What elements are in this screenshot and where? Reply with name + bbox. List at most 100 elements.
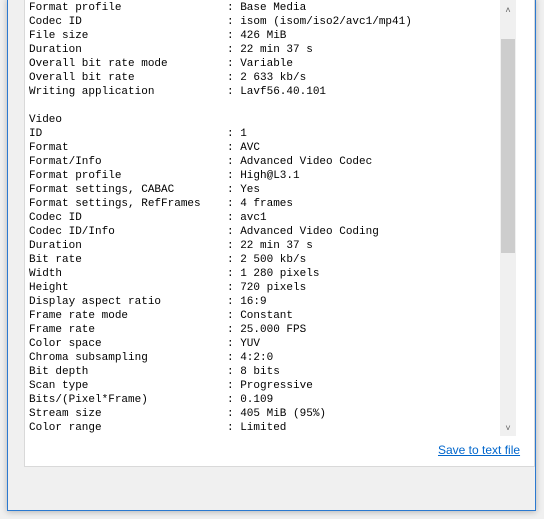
info-value: 16:9 [240, 296, 267, 308]
info-row: Overall bit rate mode: Variable [29, 57, 412, 71]
info-value: Yes [240, 184, 261, 196]
info-row: Writing application: Lavf56.40.101 [29, 85, 412, 99]
info-value: Base Media [240, 2, 307, 14]
separator: : [227, 16, 241, 28]
info-label: Overall bit rate [29, 72, 135, 84]
separator: : [227, 296, 241, 308]
info-row: Bits/(Pixel*Frame): 0.109 [29, 393, 412, 407]
separator: : [227, 44, 241, 56]
info-value: avc1 [240, 212, 267, 224]
info-row: Overall bit rate: 2 633 kb/s [29, 71, 412, 85]
info-value: 22 min 37 s [240, 44, 313, 56]
info-label: Color range [29, 422, 102, 434]
info-label: Width [29, 268, 63, 280]
info-value: High@L3.1 [240, 170, 300, 182]
separator: : [227, 366, 241, 378]
info-value: 720 pixels [240, 282, 307, 294]
info-row: Format/Info: Advanced Video Codec [29, 155, 412, 169]
info-row: Format profile: Base Media [29, 1, 412, 15]
info-row: Height: 720 pixels [29, 281, 412, 295]
scrollbar-thumb[interactable] [501, 39, 515, 253]
info-row: Format settings, RefFrames: 4 frames [29, 197, 412, 211]
info-row: Stream size: 405 MiB (95%) [29, 407, 412, 421]
info-row: Width: 1 280 pixels [29, 267, 412, 281]
info-value: AVC [240, 142, 261, 154]
info-label: Display aspect ratio [29, 296, 162, 308]
chevron-down-icon[interactable]: ˅ [500, 420, 516, 436]
info-row: Codec ID: isom (isom/iso2/avc1/mp41) [29, 15, 412, 29]
info-label: Bit rate [29, 254, 82, 266]
separator: : [227, 212, 241, 224]
info-value: YUV [240, 338, 261, 350]
info-label: Codec ID/Info [29, 226, 115, 238]
info-row: Display aspect ratio: 16:9 [29, 295, 412, 309]
info-value: Lavf56.40.101 [240, 86, 327, 98]
separator: : [227, 58, 241, 70]
info-value: 426 MiB [240, 30, 287, 42]
separator: : [227, 324, 241, 336]
info-label: Format/Info [29, 156, 102, 168]
info-value: Variable [240, 58, 294, 70]
info-label: Format [29, 142, 69, 154]
info-row: Chroma subsampling: 4:2:0 [29, 351, 412, 365]
section-heading-video: Video [29, 114, 63, 126]
info-label: Chroma subsampling [29, 352, 148, 364]
info-label: Writing application [29, 86, 155, 98]
info-value: Advanced Video Codec [240, 156, 373, 168]
info-row: ID: 1 [29, 127, 412, 141]
separator: : [227, 170, 241, 182]
info-label: Scan type [29, 380, 89, 392]
info-row: Bit rate: 2 500 kb/s [29, 253, 412, 267]
info-label: Format settings, CABAC [29, 184, 175, 196]
separator: : [227, 184, 241, 196]
separator: : [227, 282, 241, 294]
separator: : [227, 2, 241, 14]
info-row: Frame rate mode: Constant [29, 309, 412, 323]
info-label: Height [29, 282, 69, 294]
info-row: Codec ID/Info: Advanced Video Coding [29, 225, 412, 239]
info-value: 1 [240, 128, 247, 140]
info-label: Bits/(Pixel*Frame) [29, 394, 148, 406]
info-row: Duration: 22 min 37 s [29, 239, 412, 253]
info-label: Duration [29, 44, 82, 56]
info-value: Constant [240, 310, 294, 322]
separator: : [227, 198, 241, 210]
separator: : [227, 254, 241, 266]
separator: : [227, 142, 241, 154]
info-label: File size [29, 30, 89, 42]
info-row: Color space: YUV [29, 337, 412, 351]
info-value: 2 500 kb/s [240, 254, 307, 266]
separator: : [227, 394, 241, 406]
separator: : [227, 408, 241, 420]
info-label: Format profile [29, 170, 122, 182]
separator: : [227, 30, 241, 42]
separator: : [227, 128, 241, 140]
separator: : [227, 86, 241, 98]
separator: : [227, 352, 241, 364]
info-row: Format: AVC [29, 141, 412, 155]
info-row: Frame rate: 25.000 FPS [29, 323, 412, 337]
info-value: Limited [240, 422, 287, 434]
info-label: Bit depth [29, 366, 89, 378]
vertical-scrollbar[interactable]: ˄ ˅ [500, 0, 516, 436]
info-label: Stream size [29, 408, 102, 420]
media-info-text: Format profile: Base Media Codec ID: isom… [29, 1, 412, 435]
info-label: Codec ID [29, 16, 82, 28]
separator: : [227, 338, 241, 350]
info-value: 405 MiB (95%) [240, 408, 327, 420]
info-value: 22 min 37 s [240, 240, 313, 252]
separator: : [227, 72, 241, 84]
info-value: 25.000 FPS [240, 324, 307, 336]
info-label: Color space [29, 338, 102, 350]
info-label: Overall bit rate mode [29, 58, 168, 70]
save-to-text-file-link[interactable]: Save to text file [438, 443, 520, 457]
info-label: Duration [29, 240, 82, 252]
info-row: Codec ID: avc1 [29, 211, 412, 225]
info-label: Format settings, RefFrames [29, 198, 201, 210]
chevron-up-icon[interactable]: ˄ [500, 2, 516, 18]
info-label: Codec ID [29, 212, 82, 224]
info-value: 4 frames [240, 198, 294, 210]
info-value: 0.109 [240, 394, 274, 406]
info-label: Frame rate mode [29, 310, 129, 322]
